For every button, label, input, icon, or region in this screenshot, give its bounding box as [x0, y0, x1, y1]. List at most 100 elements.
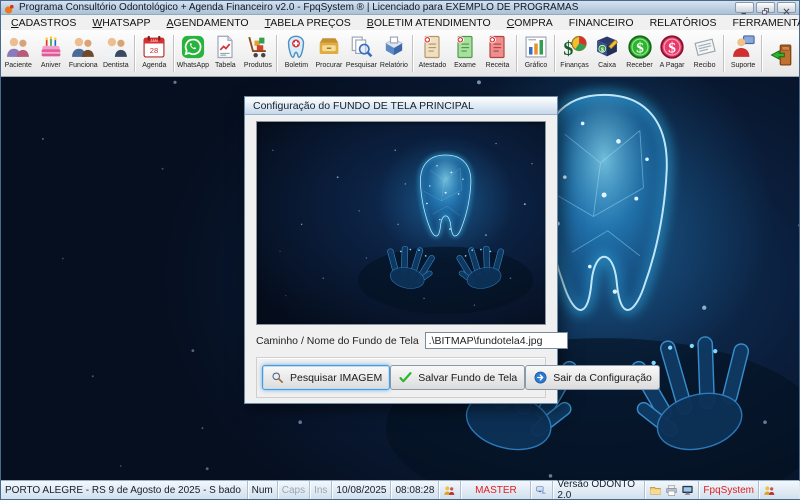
dialog-body: Caminho / Nome do Fundo de Tela Pesquisa…	[245, 115, 557, 398]
svg-text:$: $	[668, 40, 676, 57]
toolbar-button-a-pagar[interactable]: $A Pagar	[656, 31, 689, 76]
window-controls	[735, 2, 796, 13]
monitor-icon[interactable]	[681, 484, 694, 497]
menu-financeiro[interactable]: FINANCEIRO	[561, 17, 642, 29]
close-button[interactable]	[777, 2, 796, 13]
toolbar-button-label: Relatório	[380, 61, 408, 70]
desktop-area: Configuração do FUNDO DE TELA PRINCIPAL …	[1, 77, 799, 480]
toolbar-button-funciona[interactable]: Funciona	[67, 31, 100, 76]
toolbar-button-sair[interactable]: EXIT	[765, 31, 798, 76]
toolbar-button-dentista[interactable]: Dentista	[100, 31, 133, 76]
support-icon	[729, 33, 757, 61]
toolbar-button-whatsapp[interactable]: WhatsApp	[177, 31, 210, 76]
cashbook-icon: $	[593, 33, 621, 61]
price-table-icon	[211, 33, 239, 61]
folder-icon[interactable]	[649, 484, 662, 497]
toolbar-separator	[761, 35, 763, 72]
application-window: Programa Consultório Odontológico + Agen…	[0, 0, 800, 500]
toolbar-button-tabela[interactable]: Tabela	[209, 31, 242, 76]
sair-configuracao-label: Sair da Configuração	[553, 372, 652, 384]
toolbar-button-label: Procurar	[315, 61, 342, 70]
bar-chart-icon	[522, 33, 550, 61]
toolbar-button-exame[interactable]: Exame	[449, 31, 482, 76]
svg-text:$: $	[636, 40, 644, 57]
prescription-doc-icon	[483, 33, 511, 61]
title-bar[interactable]: Programa Consultório Odontológico + Agen…	[1, 1, 799, 15]
toolbar-separator	[516, 35, 518, 72]
svg-text:$: $	[601, 47, 604, 53]
toolbar-button-receita[interactable]: Receita	[481, 31, 514, 76]
toolbar-button-caixa[interactable]: $ Caixa	[591, 31, 624, 76]
dentists-icon	[102, 33, 130, 61]
menu-ferramentas[interactable]: FERRAMENTAS	[724, 17, 800, 29]
path-row: Caminho / Nome do Fundo de Tela	[256, 332, 546, 349]
toolbar-button-recibo[interactable]: Recibo	[688, 31, 721, 76]
menu-tabela-precos[interactable]: TABELA PREÇOS	[257, 17, 359, 29]
pay-coin-icon: $	[658, 33, 686, 61]
path-input[interactable]	[425, 332, 568, 349]
drawer-icon	[315, 33, 343, 61]
report-box-icon	[380, 33, 408, 61]
status-bar: PORTO ALEGRE - RS 9 de Agosto de 2025 - …	[1, 480, 799, 499]
menu-relatorios[interactable]: RELATÓRIOS	[642, 17, 725, 29]
whatsapp-icon	[179, 33, 207, 61]
toolbar-button-pesquisar[interactable]: Pesquisar	[345, 31, 378, 76]
app-icon	[4, 2, 15, 13]
status-user: MASTER	[461, 481, 531, 499]
toolbar-button-paciente[interactable]: Paciente	[2, 31, 35, 76]
svg-text:EXIT: EXIT	[782, 46, 789, 50]
toolbar-button-label: Recibo	[694, 61, 716, 70]
toolbar-button-agenda[interactable]: JAN28Agenda	[138, 31, 171, 76]
toolbar-button-receber[interactable]: $Receber	[623, 31, 656, 76]
dialog-title-bar[interactable]: Configuração do FUNDO DE TELA PRINCIPAL	[245, 97, 557, 115]
receive-coin-icon: $	[626, 33, 654, 61]
status-end-panel	[759, 481, 799, 499]
toolbar-separator	[134, 35, 136, 72]
green-check-icon	[398, 370, 413, 385]
toolbar-separator	[173, 35, 175, 72]
toolbar-button-label: Tabela	[215, 61, 236, 70]
products-cart-icon	[244, 33, 272, 61]
dialog-title: Configuração do FUNDO DE TELA PRINCIPAL	[253, 100, 474, 112]
toolbar-button-aniver[interactable]: Aniver	[35, 31, 68, 76]
certificate-doc-icon	[418, 33, 446, 61]
status-date: 10/08/2025	[332, 481, 391, 499]
menu-whatsapp[interactable]: WHATSAPP	[84, 17, 158, 29]
toolbar-button-financas[interactable]: $Finanças	[558, 31, 591, 76]
toolbar-button-procurar[interactable]: Procurar	[313, 31, 346, 76]
restore-button[interactable]	[756, 2, 775, 13]
menu-boletim-atendimento[interactable]: BOLETIM ATENDIMENTO	[359, 17, 499, 29]
toolbar-button-boletim[interactable]: Boletim	[280, 31, 313, 76]
network-icon	[535, 484, 548, 497]
status-brand: FpqSystem	[699, 481, 759, 499]
menu-compra[interactable]: COMPRA	[499, 17, 561, 29]
toolbar-separator	[276, 35, 278, 72]
users-badge-icon	[763, 484, 776, 497]
minimize-icon	[740, 3, 749, 12]
toolbar-button-grafico[interactable]: Gráfico	[520, 31, 553, 76]
toolbar-button-label: Caixa	[598, 61, 616, 70]
printer-icon[interactable]	[665, 484, 678, 497]
window-title: Programa Consultório Odontológico + Agen…	[19, 2, 731, 13]
menu-agendamento[interactable]: AGENDAMENTO	[159, 17, 257, 29]
calendar-icon: JAN28	[140, 33, 168, 61]
sair-configuracao-button[interactable]: Sair da Configuração	[525, 365, 660, 390]
salvar-fundo-button[interactable]: Salvar Fundo de Tela	[390, 365, 525, 390]
toolbar-button-atestado[interactable]: Atestado	[416, 31, 449, 76]
blue-circle-arrow-icon	[533, 370, 548, 385]
toolbar-button-label: Paciente	[5, 61, 32, 70]
toolbar-button-label: Produtos	[244, 61, 272, 70]
svg-text:JAN: JAN	[151, 38, 159, 43]
status-time: 08:08:28	[391, 481, 439, 499]
menu-cadastros[interactable]: CADASTROS	[3, 17, 84, 29]
toolbar-button-suporte[interactable]: Suporte	[727, 31, 760, 76]
close-icon	[782, 3, 791, 12]
toolbar-button-label: Suporte	[731, 61, 756, 70]
toolbar-button-label: Exame	[454, 61, 476, 70]
pesquisar-imagem-button[interactable]: Pesquisar IMAGEM	[262, 365, 390, 390]
toolbar-button-produtos[interactable]: Produtos	[242, 31, 275, 76]
toolbar-button-relatorio[interactable]: Relatório	[378, 31, 411, 76]
minimize-button[interactable]	[735, 2, 754, 13]
finance-pie-icon: $	[561, 33, 589, 61]
status-location: PORTO ALEGRE - RS 9 de Agosto de 2025 - …	[1, 481, 248, 499]
